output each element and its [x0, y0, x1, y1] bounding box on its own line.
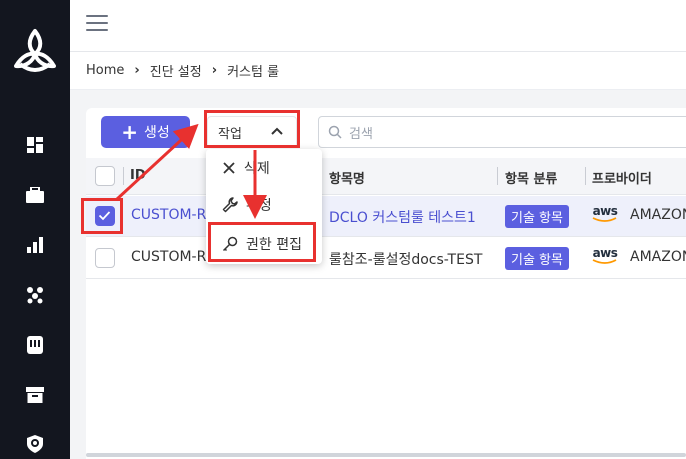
row-id[interactable]: CUSTOM-R: [131, 207, 206, 223]
chevron-right-icon: ›: [211, 63, 218, 78]
search-icon: [328, 125, 342, 139]
close-icon: [223, 162, 235, 174]
content-card: + 생성 작업 검색 ID 항목명 항목 분류 프로바이더 CUSTOM-R D…: [86, 108, 686, 459]
annotation-box-edit-permissions: [208, 222, 316, 262]
archive-icon[interactable]: [23, 383, 47, 407]
header-provider[interactable]: 프로바이더: [592, 168, 652, 187]
header-name[interactable]: 항목명: [329, 168, 365, 187]
logo-icon[interactable]: [12, 28, 58, 74]
create-button-label: 생성: [144, 125, 170, 141]
network-icon[interactable]: [23, 283, 47, 307]
menu-item-delete-label: 삭제: [244, 161, 270, 177]
select-all-checkbox[interactable]: [95, 166, 115, 186]
wrench-icon: [222, 197, 238, 213]
column-divider: [585, 167, 586, 185]
aws-logo-text: aws: [592, 204, 618, 218]
aws-logo-icon: aws: [592, 205, 618, 223]
table-row[interactable]: CUSTOM-RULE-00123000 룰참조-룰설정docs-TEST 기술…: [86, 238, 686, 279]
plus-icon: +: [121, 120, 138, 144]
menu-item-delete[interactable]: 삭제: [222, 158, 270, 178]
row-name[interactable]: 룰참조-룰설정docs-TEST: [329, 249, 482, 269]
column-divider: [123, 167, 124, 185]
row-provider: AMAZON: [630, 249, 686, 265]
breadcrumb-custom-rule: 커스텀 룰: [227, 65, 280, 80]
create-button[interactable]: + 생성: [101, 116, 190, 148]
annotation-box-action-dropdown: [204, 110, 300, 148]
menu-item-edit-label: 수정: [246, 198, 272, 214]
chevron-right-icon: ›: [134, 63, 140, 78]
table-row[interactable]: CUSTOM-R DCLO 커스텀룰 테스트1 기술 항목 aws AMAZON: [86, 196, 686, 237]
category-badge: 기술 항목: [505, 247, 569, 270]
search-placeholder: 검색: [349, 126, 373, 142]
horizontal-scrollbar[interactable]: [86, 453, 686, 457]
column-divider: [497, 167, 498, 185]
menu-toggle-icon[interactable]: [86, 15, 108, 35]
header-id[interactable]: ID: [130, 168, 146, 183]
category-badge: 기술 항목: [505, 205, 569, 228]
bar-chart-icon[interactable]: [23, 233, 47, 257]
briefcase-icon[interactable]: [23, 183, 47, 207]
breadcrumb: Home › 진단 설정 › 커스텀 룰: [70, 52, 686, 90]
search-input[interactable]: 검색: [318, 116, 686, 148]
sidebar: [0, 0, 70, 459]
row-name[interactable]: DCLO 커스텀룰 테스트1: [329, 207, 476, 227]
shield-icon[interactable]: [23, 432, 47, 456]
menu-item-edit[interactable]: 수정: [222, 195, 272, 215]
breadcrumb-diagnosis-settings[interactable]: 진단 설정: [150, 61, 202, 80]
row-checkbox[interactable]: [95, 248, 115, 268]
top-bar: [70, 0, 686, 52]
annotation-box-row-checkbox: [81, 198, 123, 234]
dashboard-icon[interactable]: [23, 133, 47, 157]
breadcrumb-home[interactable]: Home: [86, 63, 124, 78]
aws-logo-text: aws: [592, 246, 618, 260]
server-icon[interactable]: [23, 333, 47, 357]
row-provider: AMAZON: [630, 207, 686, 223]
header-category[interactable]: 항목 분류: [505, 168, 557, 187]
table-header: ID 항목명 항목 분류 프로바이더: [86, 158, 686, 195]
aws-logo-icon: aws: [592, 247, 618, 265]
